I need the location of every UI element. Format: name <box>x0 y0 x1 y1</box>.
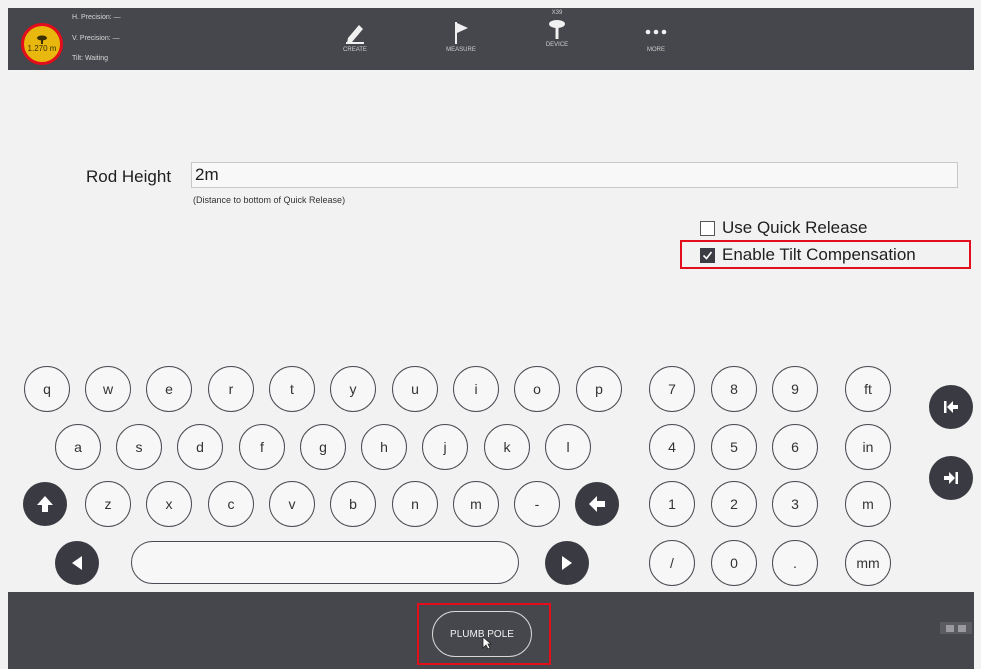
key-d[interactable]: d <box>177 424 223 470</box>
key-r[interactable]: r <box>208 366 254 412</box>
shift-key[interactable] <box>23 482 67 526</box>
key-t[interactable]: t <box>269 366 315 412</box>
device-button[interactable]: X39 DEVICE <box>532 10 582 48</box>
skip-forward-icon <box>944 472 958 484</box>
unit-in-key[interactable]: in <box>845 424 891 470</box>
enable-tilt-checkbox[interactable] <box>700 247 715 263</box>
key-x[interactable]: x <box>146 481 192 527</box>
space-key[interactable] <box>131 541 519 584</box>
previous-field-key[interactable] <box>929 385 973 429</box>
key-v[interactable]: v <box>269 481 315 527</box>
key-q[interactable]: q <box>24 366 70 412</box>
key-z[interactable]: z <box>85 481 131 527</box>
check-icon <box>702 251 713 260</box>
gnss-receiver-icon <box>37 35 47 44</box>
key-j[interactable]: j <box>422 424 468 470</box>
key-1[interactable]: 1 <box>649 481 695 527</box>
rod-height-input[interactable] <box>191 162 958 188</box>
h-precision-text: H. Precision: — <box>72 14 121 21</box>
pencil-icon <box>346 25 364 44</box>
measure-button[interactable]: MEASURE <box>436 20 486 53</box>
enable-tilt-option[interactable]: Enable Tilt Compensation <box>700 245 916 265</box>
backspace-arrow-icon <box>589 496 605 512</box>
key-6[interactable]: 6 <box>772 424 818 470</box>
key-9[interactable]: 9 <box>772 366 818 412</box>
key-2[interactable]: 2 <box>711 481 757 527</box>
key-y[interactable]: y <box>330 366 376 412</box>
device-label: DEVICE <box>545 42 569 48</box>
device-model-label: X39 <box>551 10 563 16</box>
more-button[interactable]: MORE <box>631 20 681 53</box>
key-m[interactable]: m <box>453 481 499 527</box>
key-o[interactable]: o <box>514 366 560 412</box>
key-7[interactable]: 7 <box>649 366 695 412</box>
key-slash[interactable]: / <box>649 540 695 586</box>
unit-m-key[interactable]: m <box>845 481 891 527</box>
cursor-left-key[interactable] <box>55 541 99 585</box>
receiver-icon <box>549 20 565 39</box>
key-g[interactable]: g <box>300 424 346 470</box>
key-3[interactable]: 3 <box>772 481 818 527</box>
triangle-right-icon <box>562 556 572 570</box>
top-toolbar: 1.270 m H. Precision: — V. Precision: — … <box>8 8 974 70</box>
key-e[interactable]: e <box>146 366 192 412</box>
create-button[interactable]: CREATE <box>330 20 380 53</box>
key-w[interactable]: w <box>85 366 131 412</box>
key-n[interactable]: n <box>392 481 438 527</box>
use-quick-release-label: Use Quick Release <box>722 218 868 237</box>
measure-label: MEASURE <box>446 47 476 53</box>
flag-icon <box>455 22 468 44</box>
key-c[interactable]: c <box>208 481 254 527</box>
key-l[interactable]: l <box>545 424 591 470</box>
use-quick-release-option[interactable]: Use Quick Release <box>700 218 868 238</box>
more-dots-icon <box>645 29 667 35</box>
key-f[interactable]: f <box>239 424 285 470</box>
key-dot[interactable]: . <box>772 540 818 586</box>
unit-mm-key[interactable]: mm <box>845 540 891 586</box>
key-5[interactable]: 5 <box>711 424 757 470</box>
backspace-key[interactable] <box>575 482 619 526</box>
key-b[interactable]: b <box>330 481 376 527</box>
skip-back-icon <box>944 401 958 413</box>
key-dash[interactable]: - <box>514 481 560 527</box>
tilt-status-text: Tilt: Waiting <box>72 55 109 62</box>
use-quick-release-checkbox[interactable] <box>700 220 715 236</box>
more-label: MORE <box>647 47 665 53</box>
unit-ft-key[interactable]: ft <box>845 366 891 412</box>
device-status-badge[interactable]: 1.270 m <box>21 23 63 65</box>
enable-tilt-label: Enable Tilt Compensation <box>722 245 916 264</box>
key-4[interactable]: 4 <box>649 424 695 470</box>
key-h[interactable]: h <box>361 424 407 470</box>
plumb-pole-button[interactable]: PLUMB POLE <box>432 611 532 657</box>
mouse-cursor-icon <box>482 636 492 650</box>
key-u[interactable]: u <box>392 366 438 412</box>
v-precision-text: V. Precision: — <box>72 35 120 42</box>
key-a[interactable]: a <box>55 424 101 470</box>
key-s[interactable]: s <box>116 424 162 470</box>
rod-height-hint: (Distance to bottom of Quick Release) <box>193 195 346 205</box>
rod-height-label: Rod Height <box>86 167 172 186</box>
create-label: CREATE <box>343 47 367 53</box>
key-p[interactable]: p <box>576 366 622 412</box>
key-k[interactable]: k <box>484 424 530 470</box>
key-i[interactable]: i <box>453 366 499 412</box>
triangle-left-icon <box>72 556 82 570</box>
next-field-key[interactable] <box>929 456 973 500</box>
key-0[interactable]: 0 <box>711 540 757 586</box>
cursor-right-key[interactable] <box>545 541 589 585</box>
window-controls[interactable] <box>940 622 972 634</box>
key-8[interactable]: 8 <box>711 366 757 412</box>
arrow-up-icon <box>37 496 53 512</box>
badge-height-text: 1.270 m <box>27 44 57 53</box>
